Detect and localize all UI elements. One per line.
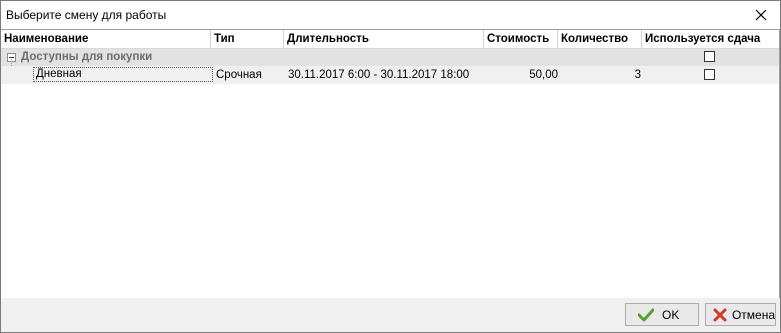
close-button[interactable] (750, 5, 772, 25)
close-icon (755, 9, 767, 21)
row-duration: 30.11.2017 6:00 - 30.11.2017 18:00 (288, 69, 470, 81)
cancel-button[interactable]: Отмена (705, 303, 776, 326)
column-header-type[interactable]: Тип (211, 30, 284, 48)
group-row[interactable]: Доступны для покупки (1, 49, 779, 66)
checkmark-icon (638, 307, 654, 323)
column-header-uses-change[interactable]: Используется сдача (642, 30, 779, 48)
ok-button[interactable]: OK (625, 303, 699, 326)
group-label: Доступны для покупки (21, 51, 153, 63)
ok-button-label: OK (662, 307, 680, 322)
row-quantity: 3 (634, 69, 641, 81)
row-cost: 50,00 (529, 69, 558, 81)
cancel-button-label: Отмена (731, 307, 775, 322)
row-type: Срочная (216, 69, 262, 81)
row-uses-change-checkbox[interactable] (704, 69, 715, 80)
shift-grid[interactable]: Наименование Тип Длительность Стоимость … (1, 29, 780, 299)
grid-header: Наименование Тип Длительность Стоимость … (1, 30, 779, 49)
column-header-name[interactable]: Наименование (1, 30, 211, 48)
dialog-footer: OK Отмена (1, 298, 780, 332)
title-bar: Выберите смену для работы (1, 1, 780, 29)
cancel-x-icon (712, 307, 728, 323)
column-header-cost[interactable]: Стоимость (484, 30, 558, 48)
column-header-quantity[interactable]: Количество (558, 30, 642, 48)
group-uses-change-checkbox[interactable] (704, 51, 715, 62)
column-header-duration[interactable]: Длительность (284, 30, 484, 48)
window-title: Выберите смену для работы (6, 8, 167, 22)
table-row[interactable]: Дневная Срочная 30.11.2017 6:00 - 30.11.… (1, 66, 779, 84)
row-name[interactable]: Дневная (33, 67, 213, 82)
dialog-window: Выберите смену для работы Наименование Т… (0, 0, 781, 333)
